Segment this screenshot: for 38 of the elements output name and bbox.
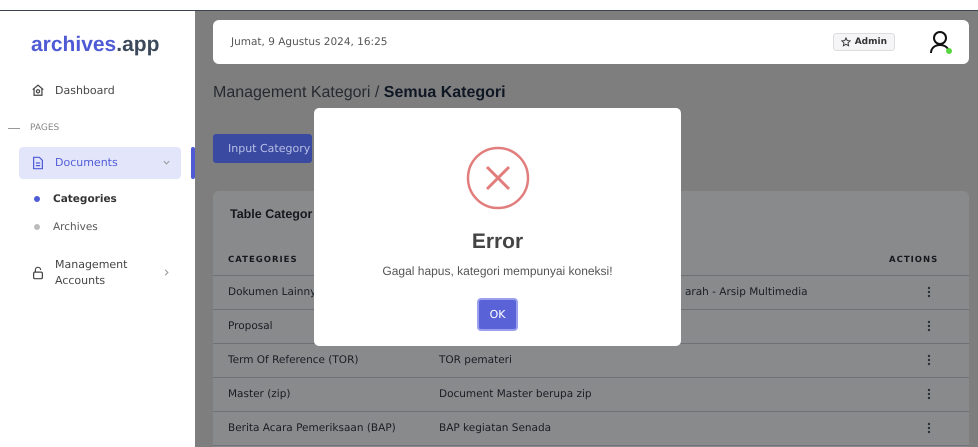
home-icon — [31, 83, 45, 97]
table-cell-text: Berita Acara Pemeriksaan (BAP) — [227, 422, 397, 434]
column-header: CATEGORIES — [227, 254, 299, 265]
ok-button[interactable]: OK — [476, 298, 518, 331]
column-header: ACTIONS — [889, 254, 940, 265]
input-category-button[interactable]: Input Category — [213, 134, 312, 163]
more-icon[interactable] — [927, 286, 931, 298]
section-label: PAGES — [30, 123, 60, 133]
table-cell-text: Term Of Reference (TOR) — [227, 354, 360, 366]
lock-icon — [31, 266, 45, 280]
chevron-down-icon — [162, 158, 171, 168]
sidebar-subitem[interactable]: Categories — [0, 184, 195, 213]
table-cell-text: arah - Arsip Multimedia — [684, 286, 809, 298]
more-icon[interactable] — [927, 422, 931, 434]
table-cell-text: Proposal — [227, 320, 274, 332]
date-time: Jumat, 9 Agustus 2024, 16:25 — [231, 36, 388, 48]
table-cell-text: Document Master berupa zip — [439, 388, 593, 400]
app-logo[interactable]: archives.app — [31, 33, 195, 57]
table-cell-text: Dokumen Lainny — [227, 286, 318, 298]
more-icon[interactable] — [927, 320, 931, 332]
dialog-title: Error — [472, 230, 524, 254]
sidebar-subitem[interactable]: Archives — [0, 212, 195, 241]
sidebar-group[interactable]: Management Accounts — [19, 248, 181, 297]
more-icon[interactable] — [927, 354, 931, 366]
error-icon — [466, 146, 530, 210]
page-breadcrumb: Management Kategori / Semua Kategori — [213, 84, 507, 102]
dialog-message: Gagal hapus, kategori mempunyai koneksi! — [382, 264, 613, 278]
role-badge[interactable]: Admin — [832, 33, 895, 51]
user-avatar[interactable] — [929, 30, 951, 54]
more-icon[interactable] — [927, 388, 931, 400]
active-indicator — [191, 147, 195, 179]
chevron-right-icon — [162, 268, 171, 278]
table-cell-text: BAP kegiatan Senada — [439, 422, 552, 434]
document-icon — [31, 156, 45, 170]
table-title: Table Categor — [230, 206, 314, 221]
sidebar-link[interactable]: Dashboard — [0, 77, 195, 103]
table-cell-text: TOR pemateri — [439, 354, 513, 366]
table-cell-text: Master (zip) — [227, 388, 292, 400]
